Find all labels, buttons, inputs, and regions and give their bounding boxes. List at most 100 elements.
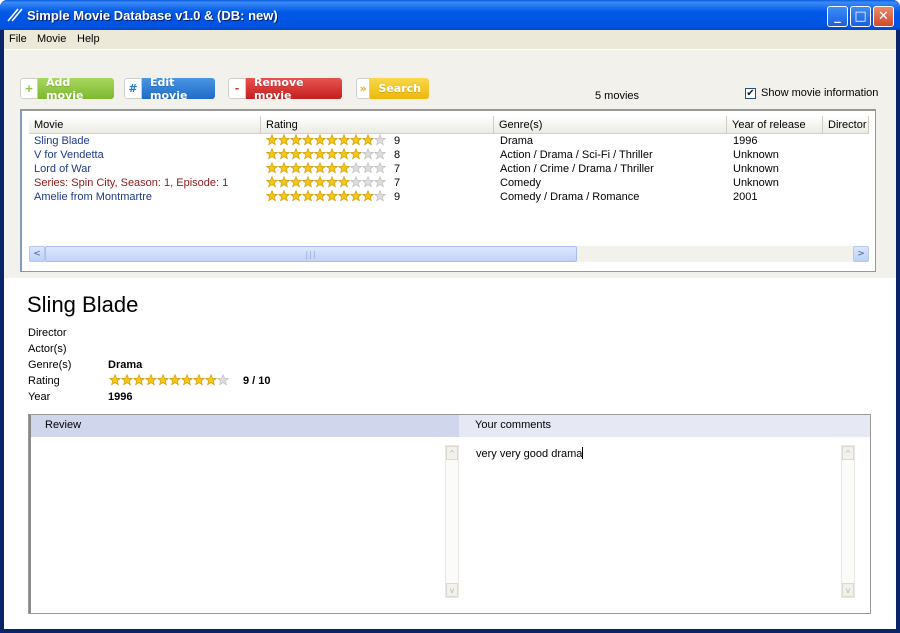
comments-textarea[interactable] bbox=[469, 445, 841, 598]
table-row[interactable]: Lord of War 7 Action / Crime / Drama / Thr… bbox=[29, 162, 869, 176]
star-icon bbox=[302, 162, 314, 174]
movie-name[interactable]: Lord of War bbox=[34, 163, 91, 175]
scroll-up-arrow[interactable]: ^ bbox=[446, 446, 458, 460]
column-year[interactable]: Year of release bbox=[727, 116, 823, 134]
client-area: File Movie Help + Add movie # Edit movie… bbox=[4, 30, 896, 629]
maximize-icon: □ bbox=[854, 9, 867, 24]
star-icon bbox=[278, 134, 290, 146]
rating-number: 7 bbox=[394, 163, 401, 175]
star-icon bbox=[362, 148, 374, 160]
column-movie[interactable]: Movie bbox=[29, 116, 261, 134]
movie-list[interactable]: Movie Rating Genre(s) Year of release Di… bbox=[20, 109, 876, 272]
menu-file[interactable]: File bbox=[9, 33, 27, 45]
director-label: Director bbox=[28, 327, 67, 339]
star-icon bbox=[350, 148, 362, 160]
star-icon bbox=[169, 374, 181, 386]
table-row[interactable]: Amelie from Montmartre 9 Comedy / Drama / … bbox=[29, 190, 869, 204]
star-icon bbox=[278, 190, 290, 202]
chevron-right-icon: > bbox=[857, 249, 865, 259]
star-icon bbox=[326, 190, 338, 202]
column-director[interactable]: Director bbox=[823, 116, 869, 134]
add-movie-label: Add movie bbox=[38, 78, 114, 99]
app-icon bbox=[7, 8, 23, 22]
review-textarea[interactable] bbox=[33, 445, 443, 598]
show-info-checkbox[interactable]: ✔ bbox=[745, 88, 756, 99]
star-icon bbox=[266, 134, 278, 146]
top-panel: + Add movie # Edit movie - Remove movie … bbox=[4, 49, 896, 278]
rating-stars bbox=[266, 148, 386, 161]
star-icon bbox=[278, 176, 290, 188]
close-button[interactable]: ✕ bbox=[873, 6, 894, 27]
chevron-up-icon: ^ bbox=[448, 448, 456, 458]
movie-name[interactable]: Series: Spin City, Season: 1, Episode: 1 bbox=[34, 177, 228, 189]
star-icon bbox=[362, 134, 374, 146]
minimize-button[interactable]: _ bbox=[827, 6, 848, 27]
menu-movie[interactable]: Movie bbox=[37, 33, 66, 45]
genres-cell: Action / Drama / Sci-Fi / Thriller bbox=[500, 149, 653, 161]
movie-name[interactable]: V for Vendetta bbox=[34, 149, 104, 161]
review-comments-box: Review Your comments ^ v very very good … bbox=[28, 414, 871, 614]
star-icon bbox=[290, 190, 302, 202]
star-icon bbox=[314, 148, 326, 160]
window-title: Simple Movie Database v1.0 & (DB: new) bbox=[27, 8, 278, 23]
star-icon bbox=[290, 176, 302, 188]
rating-stars bbox=[266, 176, 386, 189]
title-bar[interactable]: Simple Movie Database v1.0 & (DB: new) _… bbox=[0, 0, 900, 30]
search-button[interactable]: » Search bbox=[356, 78, 429, 99]
scroll-up-arrow[interactable]: ^ bbox=[842, 446, 854, 460]
star-icon bbox=[266, 176, 278, 188]
horizontal-scrollbar[interactable]: < ||| > bbox=[29, 246, 869, 262]
star-icon bbox=[266, 190, 278, 202]
star-icon bbox=[350, 190, 362, 202]
star-icon bbox=[157, 374, 169, 386]
show-info-label[interactable]: Show movie information bbox=[761, 87, 878, 99]
star-icon bbox=[374, 162, 386, 174]
scroll-down-arrow[interactable]: v bbox=[446, 583, 458, 597]
add-movie-button[interactable]: + Add movie bbox=[20, 78, 114, 99]
scrollbar-thumb[interactable]: ||| bbox=[45, 246, 577, 262]
remove-movie-button[interactable]: - Remove movie bbox=[228, 78, 342, 99]
actors-label: Actor(s) bbox=[28, 343, 67, 355]
star-icon bbox=[374, 190, 386, 202]
comments-text[interactable]: very very good drama bbox=[476, 447, 584, 460]
rating-stars bbox=[266, 134, 386, 147]
year-cell: 1996 bbox=[733, 135, 758, 147]
table-row[interactable]: Series: Spin City, Season: 1, Episode: 1… bbox=[29, 176, 869, 190]
app-window: Simple Movie Database v1.0 & (DB: new) _… bbox=[0, 0, 900, 633]
table-row[interactable]: Sling Blade 9 Drama 1996 bbox=[29, 134, 869, 148]
star-icon bbox=[217, 374, 229, 386]
star-icon bbox=[362, 190, 374, 202]
star-icon bbox=[338, 176, 350, 188]
movie-name[interactable]: Sling Blade bbox=[34, 135, 90, 147]
star-icon bbox=[302, 134, 314, 146]
table-row[interactable]: V for Vendetta 8 Action / Drama / Sci-Fi /… bbox=[29, 148, 869, 162]
comments-scrollbar[interactable]: ^ v bbox=[841, 445, 855, 598]
menu-help[interactable]: Help bbox=[77, 33, 100, 45]
star-icon bbox=[278, 148, 290, 160]
review-scrollbar[interactable]: ^ v bbox=[445, 445, 459, 598]
star-icon bbox=[326, 148, 338, 160]
year-cell: Unknown bbox=[733, 163, 779, 175]
edit-movie-button[interactable]: # Edit movie bbox=[124, 78, 215, 99]
chevron-down-icon: v bbox=[845, 585, 851, 595]
star-icon bbox=[338, 134, 350, 146]
movie-name[interactable]: Amelie from Montmartre bbox=[34, 191, 152, 203]
rating-number: 7 bbox=[394, 177, 401, 189]
rating-label: Rating bbox=[28, 375, 60, 387]
list-header: Movie Rating Genre(s) Year of release Di… bbox=[29, 116, 869, 134]
minimize-icon: _ bbox=[834, 9, 841, 24]
genres-cell: Action / Crime / Drama / Thriller bbox=[500, 163, 654, 175]
genres-cell: Drama bbox=[500, 135, 534, 147]
rating-number: 9 bbox=[394, 191, 401, 203]
minus-icon: - bbox=[228, 78, 246, 99]
column-genres[interactable]: Genre(s) bbox=[494, 116, 727, 134]
rating-stars bbox=[109, 374, 229, 389]
scroll-down-arrow[interactable]: v bbox=[842, 583, 854, 597]
star-icon bbox=[374, 134, 386, 146]
scroll-right-arrow[interactable]: > bbox=[853, 246, 869, 262]
maximize-button[interactable]: □ bbox=[850, 6, 871, 27]
scroll-left-arrow[interactable]: < bbox=[29, 246, 45, 262]
star-icon bbox=[326, 134, 338, 146]
star-icon bbox=[145, 374, 157, 386]
column-rating[interactable]: Rating bbox=[261, 116, 494, 134]
